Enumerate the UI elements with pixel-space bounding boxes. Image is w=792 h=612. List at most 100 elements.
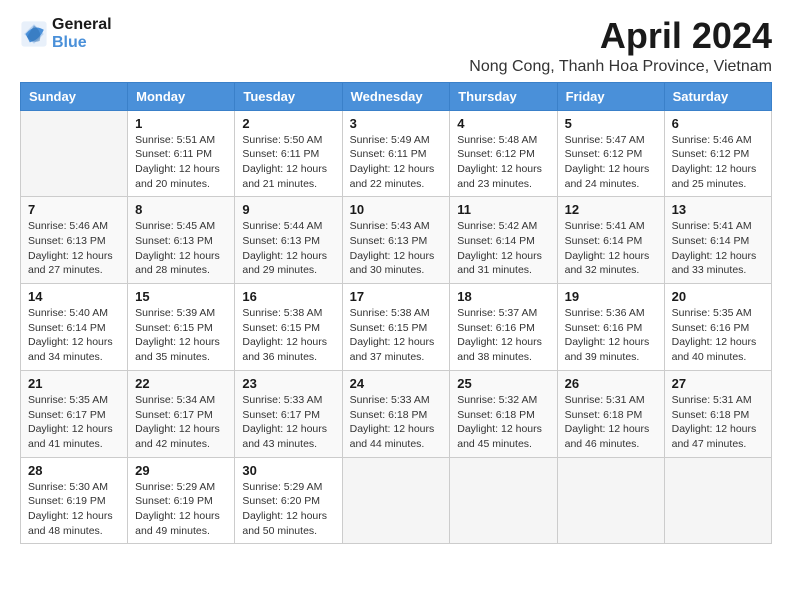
calendar-cell: 12 Sunrise: 5:41 AM Sunset: 6:14 PM Dayli… [557,197,664,284]
day-info: Sunrise: 5:31 AM Sunset: 6:18 PM Dayligh… [672,393,764,452]
day-number: 10 [350,202,443,217]
calendar-cell: 15 Sunrise: 5:39 AM Sunset: 6:15 PM Dayli… [128,284,235,371]
location-subtitle: Nong Cong, Thanh Hoa Province, Vietnam [469,58,772,76]
header: General Blue April 2024 Nong Cong, Thanh… [20,16,772,76]
day-info: Sunrise: 5:35 AM Sunset: 6:17 PM Dayligh… [28,393,120,452]
day-info: Sunrise: 5:31 AM Sunset: 6:18 PM Dayligh… [565,393,657,452]
calendar-cell: 26Sunrise: 5:31 AM Sunset: 6:18 PM Dayli… [557,370,664,457]
day-info: Sunrise: 5:38 AM Sunset: 6:15 PM Dayligh… [242,306,334,365]
calendar-week-2: 14 Sunrise: 5:40 AM Sunset: 6:14 PM Dayli… [21,284,772,371]
day-number: 21 [28,376,120,391]
day-number: 6 [672,116,764,131]
day-number: 18 [457,289,549,304]
day-number: 9 [242,202,334,217]
calendar-header-row: SundayMondayTuesdayWednesdayThursdayFrid… [21,82,772,110]
calendar-cell: 18 Sunrise: 5:37 AM Sunset: 6:16 PM Dayli… [450,284,557,371]
day-info: Sunrise: 5:51 AM Sunset: 6:11 PM Dayligh… [135,133,227,192]
day-number: 20 [672,289,764,304]
col-header-wednesday: Wednesday [342,82,450,110]
calendar-cell: 7Sunrise: 5:46 AM Sunset: 6:13 PM Daylig… [21,197,128,284]
day-info: Sunrise: 5:48 AM Sunset: 6:12 PM Dayligh… [457,133,549,192]
day-info: Sunrise: 5:34 AM Sunset: 6:17 PM Dayligh… [135,393,227,452]
day-info: Sunrise: 5:33 AM Sunset: 6:18 PM Dayligh… [350,393,443,452]
calendar-cell: 27 Sunrise: 5:31 AM Sunset: 6:18 PM Dayli… [664,370,771,457]
day-number: 5 [565,116,657,131]
day-info: Sunrise: 5:37 AM Sunset: 6:16 PM Dayligh… [457,306,549,365]
calendar-cell: 28Sunrise: 5:30 AM Sunset: 6:19 PM Dayli… [21,457,128,544]
calendar-cell: 9Sunrise: 5:44 AM Sunset: 6:13 PM Daylig… [235,197,342,284]
calendar-cell: 17 Sunrise: 5:38 AM Sunset: 6:15 PM Dayli… [342,284,450,371]
day-info: Sunrise: 5:36 AM Sunset: 6:16 PM Dayligh… [565,306,657,365]
day-info: Sunrise: 5:33 AM Sunset: 6:17 PM Dayligh… [242,393,334,452]
day-number: 27 [672,376,764,391]
calendar-cell: 13 Sunrise: 5:41 AM Sunset: 6:14 PM Dayli… [664,197,771,284]
calendar-cell: 29Sunrise: 5:29 AM Sunset: 6:19 PM Dayli… [128,457,235,544]
calendar-cell: 25 Sunrise: 5:32 AM Sunset: 6:18 PM Dayli… [450,370,557,457]
calendar-cell: 11Sunrise: 5:42 AM Sunset: 6:14 PM Dayli… [450,197,557,284]
day-info: Sunrise: 5:35 AM Sunset: 6:16 PM Dayligh… [672,306,764,365]
day-number: 13 [672,202,764,217]
day-number: 17 [350,289,443,304]
calendar-week-4: 28Sunrise: 5:30 AM Sunset: 6:19 PM Dayli… [21,457,772,544]
calendar-week-3: 21 Sunrise: 5:35 AM Sunset: 6:17 PM Dayli… [21,370,772,457]
day-info: Sunrise: 5:47 AM Sunset: 6:12 PM Dayligh… [565,133,657,192]
day-info: Sunrise: 5:45 AM Sunset: 6:13 PM Dayligh… [135,219,227,278]
day-number: 4 [457,116,549,131]
day-number: 8 [135,202,227,217]
calendar-cell: 30 Sunrise: 5:29 AM Sunset: 6:20 PM Dayli… [235,457,342,544]
calendar-cell: 5 Sunrise: 5:47 AM Sunset: 6:12 PM Daylig… [557,110,664,197]
day-info: Sunrise: 5:46 AM Sunset: 6:12 PM Dayligh… [672,133,764,192]
calendar-cell: 24Sunrise: 5:33 AM Sunset: 6:18 PM Dayli… [342,370,450,457]
calendar-cell: 8 Sunrise: 5:45 AM Sunset: 6:13 PM Daylig… [128,197,235,284]
calendar-cell: 20 Sunrise: 5:35 AM Sunset: 6:16 PM Dayli… [664,284,771,371]
day-info: Sunrise: 5:43 AM Sunset: 6:13 PM Dayligh… [350,219,443,278]
calendar-week-0: 1 Sunrise: 5:51 AM Sunset: 6:11 PM Daylig… [21,110,772,197]
col-header-friday: Friday [557,82,664,110]
day-info: Sunrise: 5:41 AM Sunset: 6:14 PM Dayligh… [672,219,764,278]
day-number: 16 [242,289,334,304]
calendar-cell [450,457,557,544]
day-number: 14 [28,289,120,304]
calendar-cell: 3Sunrise: 5:49 AM Sunset: 6:11 PM Daylig… [342,110,450,197]
day-number: 19 [565,289,657,304]
day-number: 25 [457,376,549,391]
logo-text: General Blue [52,16,112,52]
col-header-tuesday: Tuesday [235,82,342,110]
calendar-cell [557,457,664,544]
calendar-cell: 22 Sunrise: 5:34 AM Sunset: 6:17 PM Dayli… [128,370,235,457]
day-number: 30 [242,463,334,478]
day-number: 3 [350,116,443,131]
day-number: 2 [242,116,334,131]
day-number: 28 [28,463,120,478]
day-info: Sunrise: 5:38 AM Sunset: 6:15 PM Dayligh… [350,306,443,365]
calendar-cell: 21 Sunrise: 5:35 AM Sunset: 6:17 PM Dayli… [21,370,128,457]
day-info: Sunrise: 5:42 AM Sunset: 6:14 PM Dayligh… [457,219,549,278]
calendar-week-1: 7Sunrise: 5:46 AM Sunset: 6:13 PM Daylig… [21,197,772,284]
logo-icon [20,20,48,48]
col-header-monday: Monday [128,82,235,110]
calendar-cell: 16 Sunrise: 5:38 AM Sunset: 6:15 PM Dayli… [235,284,342,371]
day-info: Sunrise: 5:29 AM Sunset: 6:20 PM Dayligh… [242,480,334,539]
logo: General Blue [20,16,112,52]
day-info: Sunrise: 5:41 AM Sunset: 6:14 PM Dayligh… [565,219,657,278]
day-info: Sunrise: 5:40 AM Sunset: 6:14 PM Dayligh… [28,306,120,365]
month-title: April 2024 [469,16,772,56]
day-number: 23 [242,376,334,391]
day-number: 7 [28,202,120,217]
calendar-table: SundayMondayTuesdayWednesdayThursdayFrid… [20,82,772,545]
day-info: Sunrise: 5:32 AM Sunset: 6:18 PM Dayligh… [457,393,549,452]
calendar-cell: 2Sunrise: 5:50 AM Sunset: 6:11 PM Daylig… [235,110,342,197]
day-number: 15 [135,289,227,304]
calendar-cell [664,457,771,544]
calendar-cell: 23 Sunrise: 5:33 AM Sunset: 6:17 PM Dayli… [235,370,342,457]
calendar-cell: 10 Sunrise: 5:43 AM Sunset: 6:13 PM Dayli… [342,197,450,284]
day-number: 1 [135,116,227,131]
calendar-cell [21,110,128,197]
day-info: Sunrise: 5:29 AM Sunset: 6:19 PM Dayligh… [135,480,227,539]
day-number: 12 [565,202,657,217]
day-number: 22 [135,376,227,391]
title-block: April 2024 Nong Cong, Thanh Hoa Province… [469,16,772,76]
calendar-cell: 14 Sunrise: 5:40 AM Sunset: 6:14 PM Dayli… [21,284,128,371]
calendar-cell: 1 Sunrise: 5:51 AM Sunset: 6:11 PM Daylig… [128,110,235,197]
day-info: Sunrise: 5:39 AM Sunset: 6:15 PM Dayligh… [135,306,227,365]
